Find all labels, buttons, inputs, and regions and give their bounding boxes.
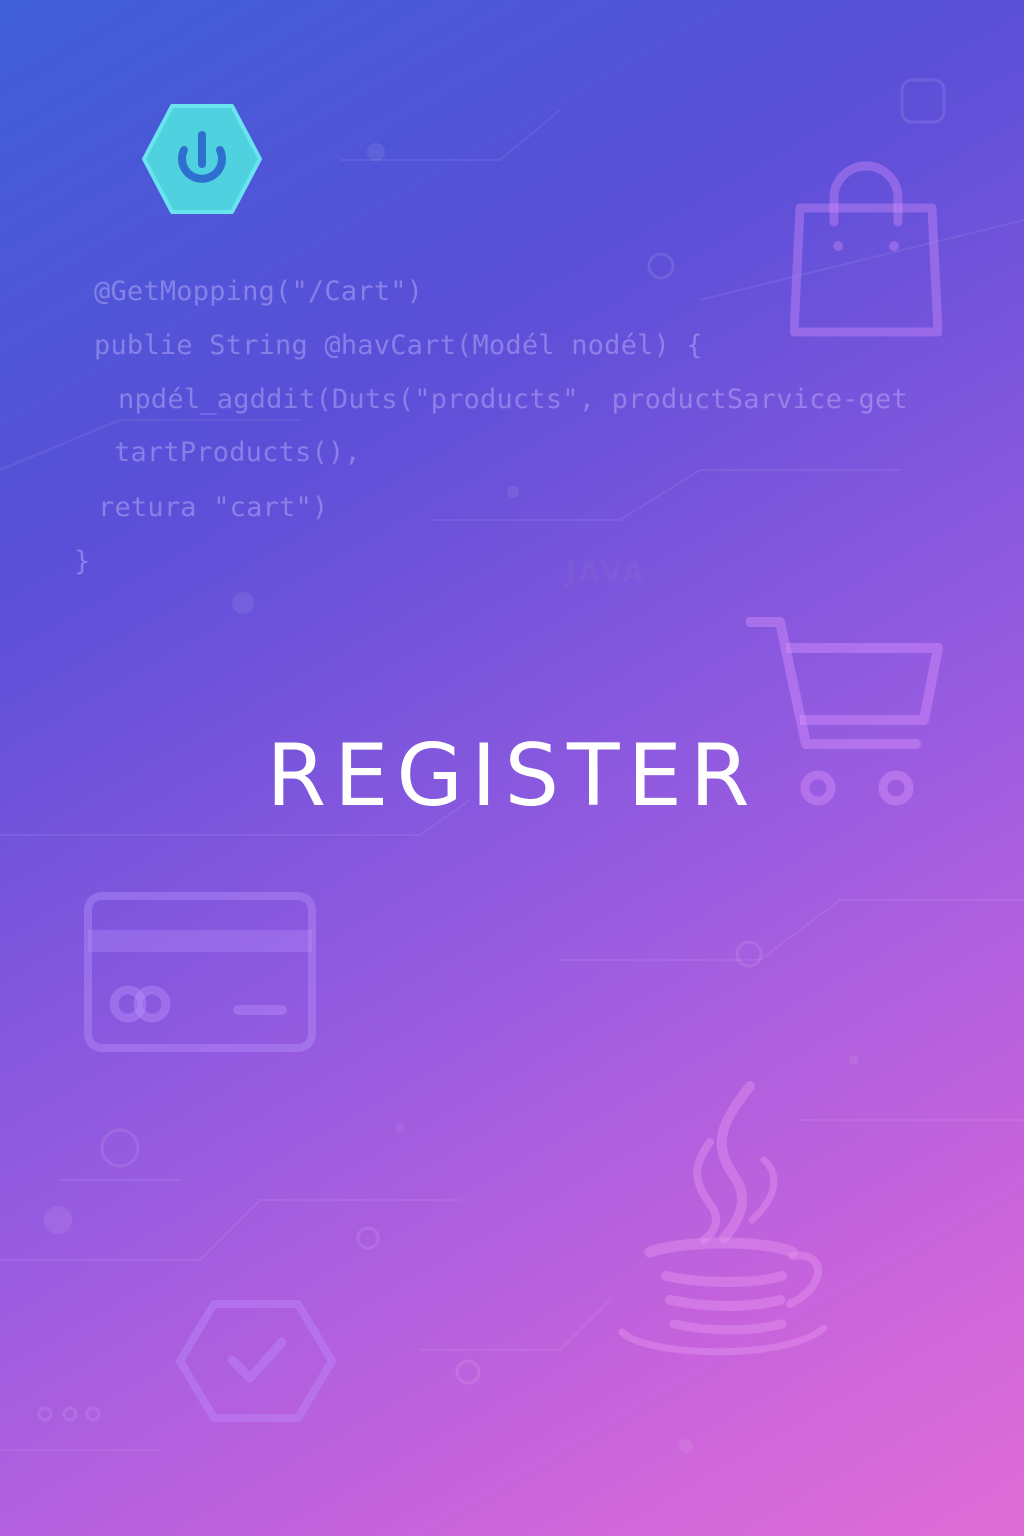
code-line: publie String @havCart(Modél nodél) { [94,330,703,361]
power-logo-icon [142,104,262,214]
page-title: REGISTER [266,726,758,826]
code-line: @GetMopping("/Cart") [94,276,424,307]
code-line: } [74,546,91,577]
check-badge-icon [176,1300,336,1422]
java-watermark: JAVA [566,555,646,588]
code-line: retura "cart") [98,492,329,523]
java-cup-icon [618,1081,828,1356]
shopping-bag-icon [790,161,942,337]
credit-card-icon [84,892,316,1052]
code-line: npdél_agddit(Duts("products", productSar… [118,384,908,415]
code-line: tartProducts(), [114,437,361,468]
